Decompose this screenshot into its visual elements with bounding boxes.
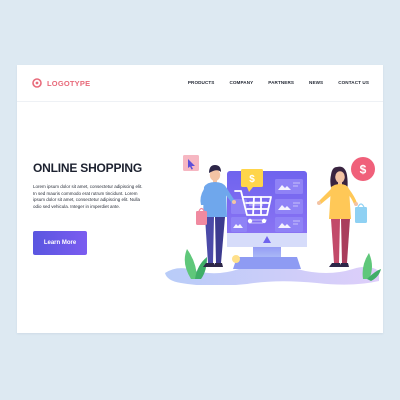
main-nav: PRODUCTS COMPANY PARTNERS NEWS CONTACT U… xyxy=(188,80,369,85)
product-card-5 xyxy=(231,217,247,232)
decor-dot xyxy=(232,255,240,263)
product-card-2 xyxy=(275,199,303,214)
dollar-coin-icon: $ xyxy=(351,157,375,181)
woman-figure xyxy=(317,166,358,267)
nav-item-products[interactable]: PRODUCTS xyxy=(188,80,215,85)
learn-more-button[interactable]: Learn More xyxy=(33,231,87,255)
product-card-1 xyxy=(275,179,303,194)
landing-page: LOGOTYPE PRODUCTS COMPANY PARTNERS NEWS … xyxy=(17,65,383,333)
nav-item-company[interactable]: COMPANY xyxy=(229,80,253,85)
nav-item-contact-us[interactable]: CONTACT US xyxy=(338,80,369,85)
nav-item-partners[interactable]: PARTNERS xyxy=(268,80,294,85)
price-symbol: $ xyxy=(249,174,255,185)
hero-description: Lorem ipsum dolor sit amet, consectetur … xyxy=(33,184,143,209)
hero-title: ONLINE SHOPPING xyxy=(33,161,143,175)
cart-wheel-left xyxy=(247,218,253,224)
logo-icon xyxy=(32,78,42,88)
shopping-bag-icon-right xyxy=(355,203,367,223)
online-shopping-illustration: $ $ xyxy=(165,155,381,285)
logo-text: LOGOTYPE xyxy=(47,78,91,88)
coin-symbol: $ xyxy=(360,163,367,177)
logo[interactable]: LOGOTYPE xyxy=(32,78,90,88)
cursor-icon xyxy=(183,155,199,171)
monitor-base xyxy=(233,257,301,269)
product-card-3 xyxy=(275,217,303,232)
cart-wheel-right xyxy=(261,218,267,224)
site-header: LOGOTYPE PRODUCTS COMPANY PARTNERS NEWS … xyxy=(17,65,383,102)
nav-item-news[interactable]: NEWS xyxy=(309,80,323,85)
